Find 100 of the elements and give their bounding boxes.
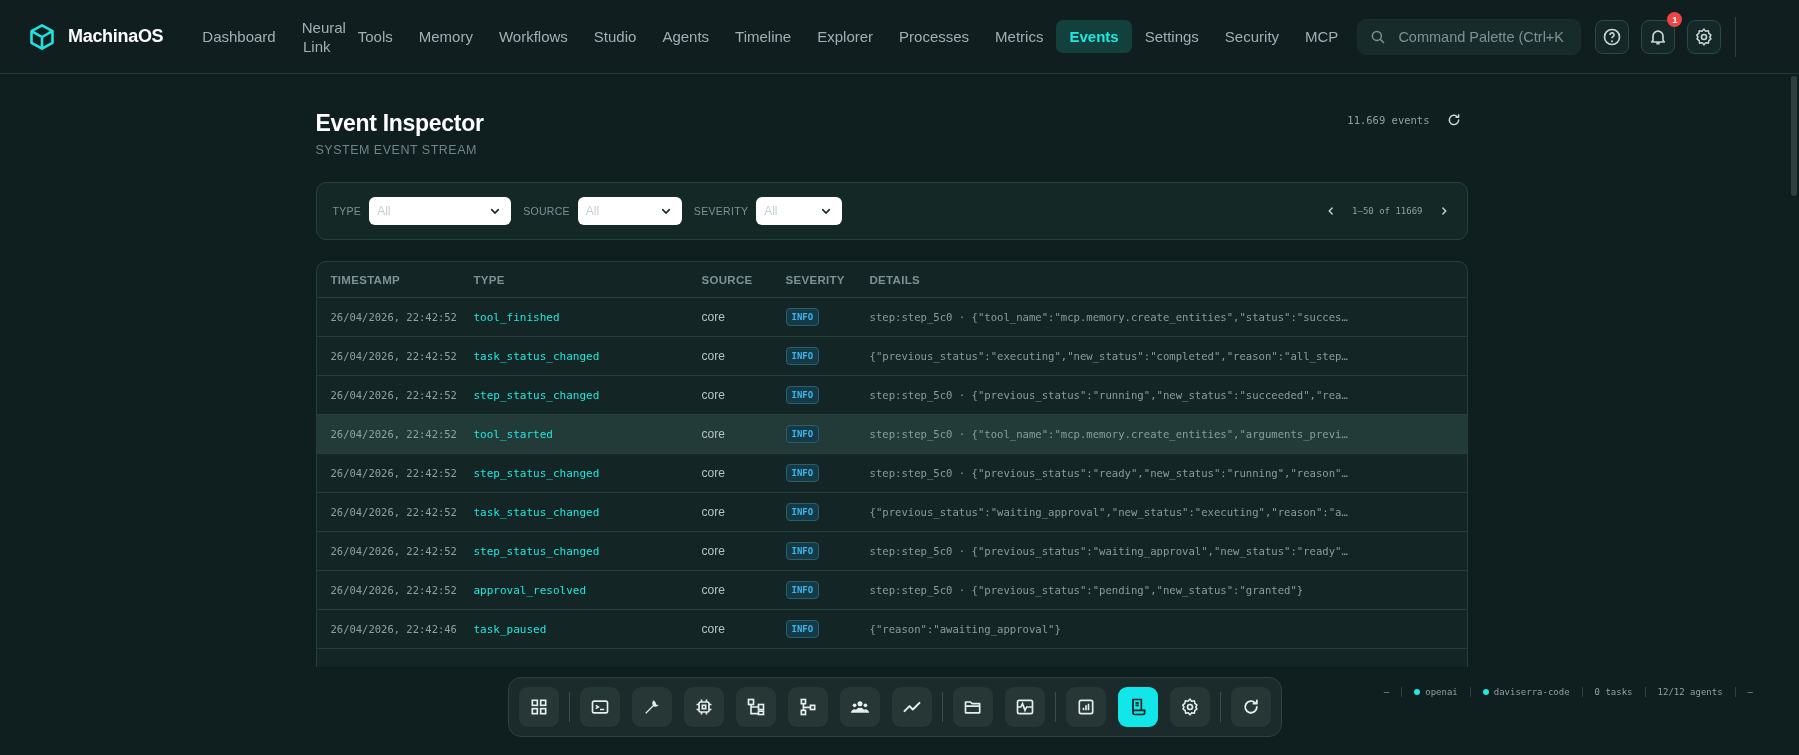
- nav-tab[interactable]: Processes: [886, 20, 983, 53]
- status-text: openai: [1425, 687, 1458, 697]
- status-text: daviserra-code: [1493, 687, 1570, 697]
- nav-tab[interactable]: MCP: [1292, 20, 1352, 53]
- dock-button[interactable]: [840, 687, 880, 727]
- details-cell-text: step:step_5c0 · {"tool_name":"mcp.memory.create_entities","arguments_previ…: [869, 428, 1349, 440]
- severity-badge: INFO: [785, 620, 820, 638]
- filter-label: TYPE: [332, 205, 362, 217]
- page-title: Event Inspector: [315, 110, 484, 137]
- event-type-cell-text: tool_started: [473, 427, 554, 441]
- dock-button[interactable]: [580, 687, 620, 727]
- filter-label: SOURCE: [523, 205, 570, 217]
- dock-button[interactable]: [1170, 687, 1210, 727]
- column-header[interactable]: TIMESTAMP: [330, 273, 474, 286]
- details-cell-text: {"reason":"awaiting_approval"}: [869, 623, 1062, 635]
- nav-tab[interactable]: Tools: [344, 20, 406, 53]
- dock-button[interactable]: [892, 687, 932, 727]
- severity-badge: INFO: [785, 542, 820, 560]
- nav-tab[interactable]: Neural Link: [288, 10, 345, 63]
- column-header[interactable]: DETAILS: [869, 273, 1467, 286]
- event-row[interactable]: 26/04/2026, 22:42:52 step_status_changed core INFO step:step_5c0 · {"previous_status":"ready","new_status":"running","reason"…: [316, 453, 1467, 492]
- settings-button[interactable]: [1687, 19, 1722, 54]
- event-count: 11.669 events: [1347, 114, 1430, 126]
- event-type-cell-text: step_status_changed: [473, 388, 601, 402]
- event-row[interactable]: 26/04/2026, 22:42:52 step_status_changed core INFO step:step_5c0 · {"previous_status":"waiting_approval","new_status":"ready"…: [316, 531, 1467, 570]
- event-row[interactable]: 26/04/2026, 22:42:52 tool_started core INFO step:step_5c0 · {"tool_name":"mcp.memory.create_entities","arguments_previ…: [316, 414, 1467, 453]
- event-type-cell-text: task_paused: [473, 622, 548, 636]
- severity-badge: INFO: [785, 425, 820, 443]
- brand-name: MachinaOS: [68, 26, 164, 47]
- event-row[interactable]: 26/04/2026, 22:42:46 task_paused core INFO {"reason":"awaiting_approval"}: [316, 609, 1467, 648]
- terminal-icon: [590, 697, 610, 717]
- event-row[interactable]: 26/04/2026, 22:42:52 approval_resolved core INFO step:step_5c0 · {"previous_status":"pending","new_status":"granted"}: [316, 570, 1467, 609]
- dock-button[interactable]: [788, 687, 828, 727]
- nav-tab[interactable]: Explorer: [804, 20, 887, 53]
- details-cell-text: step:step_5c0 · {"previous_status":"waiting_approval","new_status":"ready"…: [869, 545, 1349, 557]
- dock-button[interactable]: [1231, 687, 1271, 727]
- source-cell-text: core: [701, 427, 726, 441]
- nav-tab[interactable]: Security: [1211, 20, 1293, 53]
- nav-tab[interactable]: Metrics: [982, 20, 1057, 53]
- status-text: 0 tasks: [1594, 687, 1633, 697]
- nav-tab[interactable]: Settings: [1131, 20, 1212, 53]
- event-row[interactable]: 26/04/2026, 22:42:52 task_status_changed core INFO {"previous_status":"waiting_approval","new_status":"executing","reason":"a…: [316, 492, 1467, 531]
- scrollbar-thumb[interactable]: [1791, 76, 1797, 196]
- details-cell-text: {"previous_status":"waiting_approval","new_status":"executing","reason":"a…: [869, 506, 1349, 518]
- event-row[interactable]: 26/04/2026, 22:42:52 task_status_changed core INFO {"previous_status":"executing","new_status":"completed","reason":"all_step…: [316, 336, 1467, 375]
- event-row[interactable]: 26/04/2026, 22:42:52 tool_finished core INFO step:step_5c0 · {"tool_name":"mcp.memory.create_entities","status":"succes…: [316, 297, 1467, 336]
- filter-label: SEVERITY: [693, 205, 749, 217]
- event-type-cell-text: task_status_changed: [473, 505, 601, 519]
- event-type-cell-text: tool_finished: [473, 310, 561, 324]
- dock-button[interactable]: [519, 687, 559, 727]
- source-cell-text: core: [701, 505, 726, 519]
- severity-badge: INFO: [785, 386, 820, 404]
- dock-button[interactable]: [953, 687, 993, 727]
- details-cell-text: step:step_5c0 · {"tool_name":"mcp.memory.create_entities","status":"succes…: [869, 311, 1349, 323]
- dock-button[interactable]: [684, 687, 724, 727]
- severity-badge: INFO: [785, 464, 820, 482]
- severity-badge: INFO: [785, 503, 820, 521]
- status-text: —: [1747, 687, 1753, 697]
- timestamp-cell-text: 26/04/2026, 22:42:52: [330, 584, 458, 596]
- timestamp-cell-text: 26/04/2026, 22:42:52: [330, 506, 458, 518]
- nav-tab[interactable]: Memory: [405, 20, 486, 53]
- page-range: 1–50 of 11669: [1352, 206, 1423, 216]
- status-text: —: [1383, 687, 1390, 697]
- column-header[interactable]: SEVERITY: [785, 273, 870, 286]
- nav-tab[interactable]: Workflows: [485, 20, 581, 53]
- dock-button[interactable]: [736, 687, 776, 727]
- timestamp-cell-text: 26/04/2026, 22:42:52: [330, 428, 458, 440]
- grid-icon: [529, 697, 549, 717]
- settings-icon: [1180, 697, 1200, 717]
- nav-tab[interactable]: Dashboard: [189, 20, 289, 53]
- help-button[interactable]: [1595, 19, 1630, 54]
- source-cell-text: core: [701, 466, 726, 480]
- timestamp-cell-text: 26/04/2026, 22:42:52: [330, 467, 458, 479]
- details-cell-text: {"previous_status":"executing","new_status":"completed","reason":"all_step…: [869, 350, 1349, 362]
- dock-button[interactable]: [1118, 687, 1158, 727]
- status-dot-icon: [1482, 689, 1489, 695]
- severity-badge: INFO: [785, 308, 820, 326]
- source-cell-text: core: [701, 544, 726, 558]
- nav-tab[interactable]: Agents: [649, 20, 723, 53]
- column-header[interactable]: TYPE: [473, 273, 702, 286]
- timestamp-cell-text: 26/04/2026, 22:42:52: [330, 545, 458, 557]
- event-type-cell-text: approval_resolved: [473, 583, 588, 597]
- severity-badge: INFO: [785, 581, 820, 599]
- refresh-icon: [1241, 697, 1261, 717]
- dock-button[interactable]: [1066, 687, 1106, 727]
- dock-button[interactable]: [1005, 687, 1045, 727]
- notification-count: 1: [1667, 11, 1683, 27]
- nav-tab[interactable]: Events: [1056, 20, 1132, 53]
- timestamp-cell-text: 26/04/2026, 22:42:52: [330, 311, 458, 323]
- nav-tab[interactable]: Studio: [580, 20, 650, 53]
- cube-logo-icon: [28, 22, 56, 51]
- details-cell-text: step:step_5c0 · {"previous_status":"running","new_status":"succeeded","rea…: [869, 389, 1349, 401]
- source-cell-text: core: [701, 388, 726, 402]
- column-header[interactable]: SOURCE: [701, 273, 786, 286]
- command-palette-field[interactable]: Command Palette (Ctrl+K: [1357, 18, 1582, 55]
- event-type-cell-text: step_status_changed: [473, 544, 601, 558]
- notifications-button[interactable]: [1641, 19, 1676, 54]
- details-cell-text: step:step_5c0 · {"previous_status":"ready","new_status":"running","reason"…: [869, 467, 1349, 479]
- bar-chart-icon: [1076, 697, 1096, 717]
- nav-tab[interactable]: Timeline: [722, 20, 805, 53]
